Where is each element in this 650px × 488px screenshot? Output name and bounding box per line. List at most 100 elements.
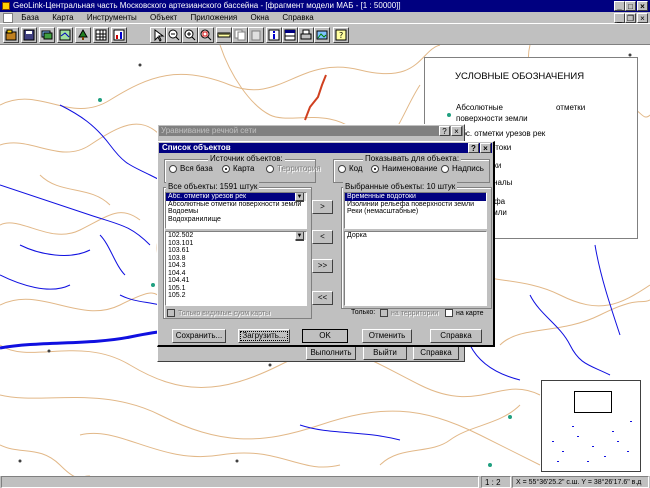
object-list-close-icon[interactable]: × xyxy=(480,143,491,153)
all-types-scrollbar[interactable]: ▲▼ xyxy=(295,193,306,202)
menu-map[interactable]: Карта xyxy=(52,13,73,22)
overview-map[interactable] xyxy=(541,380,641,472)
move-left-button[interactable]: < xyxy=(312,230,333,244)
menu-base[interactable]: База xyxy=(21,13,39,22)
svg-text:?: ? xyxy=(339,31,343,40)
object-list-help-icon[interactable]: ? xyxy=(468,143,479,153)
chart-tool-button[interactable] xyxy=(111,27,127,43)
layers-tool-button[interactable] xyxy=(39,27,55,43)
terrain-check[interactable]: на территории xyxy=(380,309,438,317)
show-caption-radio[interactable]: Надпись xyxy=(441,164,484,173)
selected-types-list[interactable]: Временные водотоки Изолинии рельефа пове… xyxy=(344,192,487,229)
move-right-button[interactable]: > xyxy=(312,200,333,214)
table-tool-button[interactable] xyxy=(282,27,298,43)
menu-help[interactable]: Справка xyxy=(282,13,313,22)
grid-icon xyxy=(95,29,107,41)
source-map-label: Карта xyxy=(233,164,255,173)
cancel-button[interactable]: Отменить xyxy=(362,329,412,343)
list-item[interactable]: 104.4 xyxy=(166,270,306,278)
source-all-base-radio[interactable]: Вся база xyxy=(169,164,213,173)
legend-title: УСЛОВНЫЕ ОБОЗНАЧЕНИЯ xyxy=(455,71,585,82)
zoom-out-tool-button[interactable] xyxy=(166,27,182,43)
all-values-list[interactable]: 102.502 103.101 103.61 103.8 104.3 104.4… xyxy=(165,231,307,306)
paste-tool-button[interactable] xyxy=(248,27,264,43)
menu-tools[interactable]: Инструменты xyxy=(87,13,137,22)
list-item[interactable]: 103.61 xyxy=(166,247,306,255)
list-item[interactable]: Дорка xyxy=(345,232,486,240)
river-adjust-title: Уравнивание речной сети xyxy=(161,126,257,135)
list-item[interactable]: Водохранилище xyxy=(166,216,306,224)
river-adjust-close-icon[interactable]: × xyxy=(451,126,462,136)
grid-tool-button[interactable] xyxy=(93,27,109,43)
help-button[interactable]: Справка xyxy=(430,329,482,343)
river-adjust-help-icon[interactable]: ? xyxy=(439,126,450,136)
object-list-title-bar: Список объектов ? × xyxy=(159,143,492,153)
exit-button[interactable]: Выйти xyxy=(363,346,407,360)
tree-tool-button[interactable] xyxy=(75,27,91,43)
scroll-down-icon[interactable]: ▼ xyxy=(295,232,304,240)
source-map-radio[interactable]: Карта xyxy=(222,164,254,173)
info-tool-button[interactable] xyxy=(266,27,282,43)
save-button[interactable]: Сохранить... xyxy=(172,329,226,343)
maximize-button[interactable]: □ xyxy=(625,1,636,11)
list-item[interactable]: 103.101 xyxy=(166,240,306,248)
minimize-button[interactable]: _ xyxy=(614,1,625,11)
doc-minimize-button[interactable]: _ xyxy=(614,13,625,23)
source-territory-radio-dot xyxy=(266,164,274,173)
map-check[interactable]: на карте xyxy=(445,309,484,317)
list-item[interactable]: 105.1 xyxy=(166,285,306,293)
list-item[interactable]: Абс. отметки урезов рек xyxy=(166,193,306,201)
map-tool-button[interactable] xyxy=(57,27,73,43)
show-code-radio[interactable]: Код xyxy=(338,164,363,173)
selected-values-list[interactable]: Дорка xyxy=(344,231,487,306)
show-name-radio-dot xyxy=(371,164,379,173)
zoom-in-tool-button[interactable] xyxy=(182,27,198,43)
only-visible-check[interactable]: Только видимые суом карты xyxy=(167,309,270,317)
list-item[interactable]: Водоемы xyxy=(166,208,306,216)
list-item[interactable]: Реки (немасштабные) xyxy=(345,208,486,216)
ok-button[interactable]: OK xyxy=(302,329,348,343)
print-tool-button[interactable] xyxy=(298,27,314,43)
close-button[interactable]: × xyxy=(637,1,648,11)
list-item[interactable]: 105.2 xyxy=(166,292,306,300)
menu-applications[interactable]: Приложения xyxy=(190,13,237,22)
list-item[interactable]: Изолинии рельефа поверхности земли xyxy=(345,201,486,209)
bg-help-button[interactable]: Справка xyxy=(413,346,459,360)
doc-restore-button[interactable]: ❐ xyxy=(625,13,636,23)
show-group-label: Показывать для объекта: xyxy=(363,154,462,163)
help-tool-button[interactable]: ? xyxy=(333,27,349,43)
ruler-tool-button[interactable] xyxy=(216,27,232,43)
list-item[interactable]: Временные водотоки xyxy=(345,193,486,201)
menu-object[interactable]: Объект xyxy=(150,13,177,22)
pointer-tool-button[interactable] xyxy=(150,27,166,43)
menu-windows[interactable]: Окна xyxy=(251,13,270,22)
db-save-tool-button[interactable] xyxy=(21,27,37,43)
source-all-base-label: Вся база xyxy=(180,164,213,173)
list-item[interactable]: 104.41 xyxy=(166,277,306,285)
move-all-right-button[interactable]: >> xyxy=(312,259,333,273)
run-button[interactable]: Выполнить xyxy=(306,346,356,360)
list-item[interactable]: 104.3 xyxy=(166,262,306,270)
zoom-window-tool-button[interactable] xyxy=(198,27,214,43)
db-open-tool-button[interactable] xyxy=(3,27,19,43)
scroll-down-icon[interactable]: ▼ xyxy=(295,193,304,201)
list-item[interactable]: 103.8 xyxy=(166,255,306,263)
only-label: Только: xyxy=(351,309,376,316)
river-adjust-title-bar: Уравнивание речной сети ? × xyxy=(159,126,463,136)
load-button[interactable]: Загрузить... xyxy=(238,329,290,343)
doc-close-button[interactable]: × xyxy=(637,13,648,23)
show-name-radio[interactable]: Наименование xyxy=(371,164,437,173)
all-types-list[interactable]: Абс. отметки урезов рек Абсолютные отмет… xyxy=(165,192,307,229)
all-values-scrollbar[interactable]: ▲▼ xyxy=(295,232,306,241)
move-all-left-button[interactable]: << xyxy=(312,291,333,305)
list-item[interactable]: 102.502 xyxy=(166,232,306,240)
source-territory-radio[interactable]: Территория xyxy=(266,164,321,173)
list-item[interactable]: Абсолютные отметки поверхности земли xyxy=(166,201,306,209)
db-open-icon xyxy=(5,29,17,41)
menu-doc-icon[interactable] xyxy=(3,12,13,23)
image-tool-button[interactable] xyxy=(314,27,330,43)
copy-tool-button[interactable] xyxy=(232,27,248,43)
selected-objects-label: Выбранные объекты: 10 штук xyxy=(343,182,458,191)
app-title-bar: GeoLink-Центральная часть Московского ар… xyxy=(0,0,650,12)
object-list-title: Список объектов xyxy=(162,143,231,152)
